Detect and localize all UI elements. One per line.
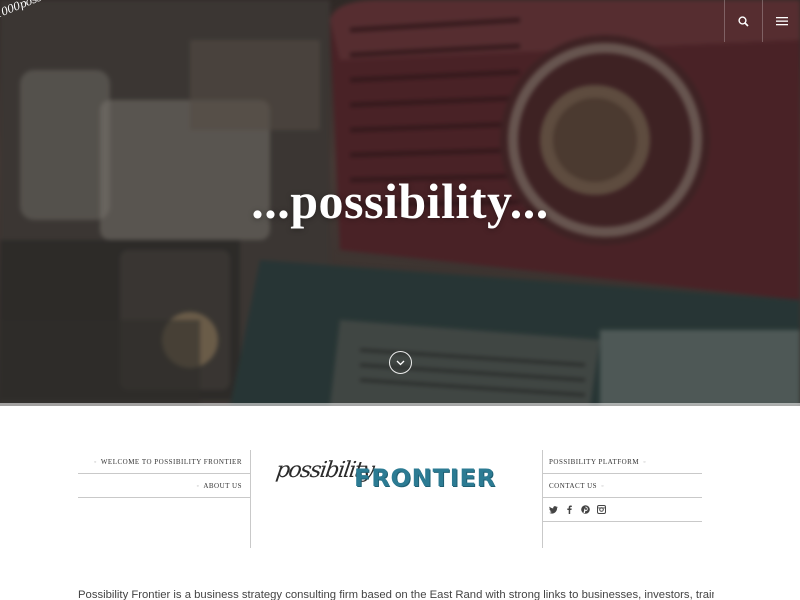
bullet-icon: ◦ xyxy=(93,457,97,466)
instagram-icon xyxy=(597,505,606,514)
bullet-icon: ◦ xyxy=(643,457,647,466)
left-divider xyxy=(250,450,251,548)
brand-logo-bold: FRONTIER xyxy=(354,464,496,492)
social-links xyxy=(542,498,702,522)
nav-item-welcome[interactable]: ◦ WELCOME TO POSSIBILITY FRONTIER xyxy=(78,450,250,474)
nav-item-platform[interactable]: POSSIBILITY PLATFORM ◦ xyxy=(542,450,702,474)
nav-item-label: POSSIBILITY PLATFORM xyxy=(549,457,640,466)
menu-icon xyxy=(775,17,788,26)
header-icons xyxy=(724,0,800,42)
instagram-link[interactable] xyxy=(597,505,606,514)
menu-button[interactable] xyxy=(762,0,800,42)
nav-item-contact[interactable]: CONTACT US ◦ xyxy=(542,474,702,498)
facebook-icon xyxy=(567,505,572,514)
left-navigation: ◦ WELCOME TO POSSIBILITY FRONTIER ◦ ABOU… xyxy=(78,450,250,498)
bullet-icon: ◦ xyxy=(601,481,605,490)
search-button[interactable] xyxy=(724,0,762,42)
hero-divider xyxy=(0,403,800,406)
site-logo-text: 1000possibilities xyxy=(0,0,77,21)
twitter-link[interactable] xyxy=(549,505,558,514)
scroll-down-button[interactable] xyxy=(389,351,412,374)
chevron-down-icon xyxy=(396,360,405,365)
bullet-icon: ◦ xyxy=(196,481,200,490)
nav-item-label: ABOUT US xyxy=(203,481,242,490)
pinterest-link[interactable] xyxy=(581,505,590,514)
hero-title: ...possibility... xyxy=(251,173,549,229)
search-icon xyxy=(738,15,749,27)
brand-logo[interactable]: possibility FRONTIER xyxy=(274,452,526,508)
pinterest-icon xyxy=(581,505,590,514)
intro-paragraph: Possibility Frontier is a business strat… xyxy=(78,589,714,600)
twitter-icon xyxy=(549,505,558,514)
facebook-link[interactable] xyxy=(565,505,574,514)
right-navigation: POSSIBILITY PLATFORM ◦ CONTACT US ◦ xyxy=(542,450,702,522)
nav-item-about[interactable]: ◦ ABOUT US xyxy=(78,474,250,498)
nav-item-label: WELCOME TO POSSIBILITY FRONTIER xyxy=(100,457,242,466)
nav-item-label: CONTACT US xyxy=(549,481,598,490)
hero-section: 1000possibilities ...possibility... xyxy=(0,0,800,406)
